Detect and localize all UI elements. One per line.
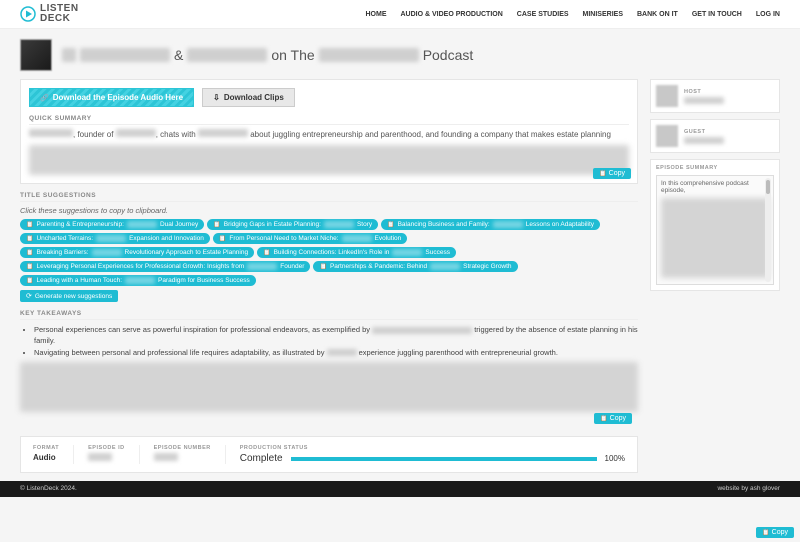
copyright: © ListenDeck 2024. [20, 485, 77, 492]
clipboard-icon [599, 170, 606, 177]
logo[interactable]: LISTEN DECK [20, 4, 79, 24]
clipboard-icon [219, 235, 226, 242]
clipboard-icon [263, 249, 270, 256]
nav-login[interactable]: LOG IN [756, 11, 780, 18]
credit: website by ash glover [717, 485, 780, 492]
link-icon [40, 93, 49, 102]
nav-avp[interactable]: AUDIO & VIDEO PRODUCTION [401, 11, 503, 18]
nav-home[interactable]: HOME [366, 11, 387, 18]
copy-summary-button[interactable]: Copy [593, 168, 631, 179]
nav-miniseries[interactable]: MINISERIES [583, 11, 623, 18]
key-takeaways-label: KEY TAKEAWAYS [20, 310, 638, 320]
episode-summary-card: EPISODE SUMMARY In this comprehensive po… [650, 159, 780, 291]
episode-id-field: EPISODE ID [88, 445, 124, 461]
main-nav: HOME AUDIO & VIDEO PRODUCTION CASE STUDI… [366, 11, 781, 18]
episode-title: & on The Podcast [62, 47, 473, 63]
download-clips-button[interactable]: Download Clips [202, 88, 295, 107]
guest-card: GUEST [650, 119, 780, 153]
copy-takeaways-button[interactable]: Copy [594, 413, 632, 424]
clipboard-icon [26, 221, 33, 228]
title-suggestions-hint: Click these suggestions to copy to clipb… [20, 206, 638, 215]
episode-meta-card: FORMAT Audio EPISODE ID EPISODE NUMBER P… [20, 436, 638, 473]
host-card: HOST [650, 79, 780, 113]
takeaway-item: Navigating between personal and professi… [34, 347, 638, 358]
scrollbar[interactable] [765, 178, 771, 282]
copy-episode-summary-button[interactable]: Copy [756, 527, 794, 538]
title-suggestions-label: TITLE SUGGESTIONS [20, 192, 638, 202]
title-suggestion-tag[interactable]: Leveraging Personal Experiences for Prof… [20, 261, 310, 272]
logo-text-2: DECK [40, 14, 79, 24]
episode-number-field: EPISODE NUMBER [154, 445, 211, 461]
clipboard-icon [600, 415, 607, 422]
download-summary-card: Download the Episode Audio Here Download… [20, 79, 638, 184]
nav-contact[interactable]: GET IN TOUCH [692, 11, 742, 18]
episode-summary-textarea[interactable]: In this comprehensive podcast episode, [656, 175, 774, 285]
title-suggestion-tag[interactable]: Building Connections: LinkedIn's Role in… [257, 247, 456, 258]
title-suggestion-tag[interactable]: From Personal Need to Market Niche:Evolu… [213, 233, 407, 244]
clipboard-icon [26, 235, 33, 242]
clipboard-icon [213, 221, 220, 228]
generate-suggestions-button[interactable]: Generate new suggestions [20, 290, 118, 302]
quick-summary-text: , founder of , chats with about juggling… [29, 129, 629, 175]
title-suggestion-tag[interactable]: Parenting & Entrepreneurship:Dual Journe… [20, 219, 204, 230]
production-status-field: PRODUCTION STATUS Complete 100% [240, 445, 625, 464]
clipboard-icon [387, 221, 394, 228]
title-suggestion-tag[interactable]: Leading with a Human Touch:Paradigm for … [20, 275, 256, 286]
format-field: FORMAT Audio [33, 445, 59, 462]
clipboard-icon [26, 249, 33, 256]
title-suggestion-tag[interactable]: Bridging Gaps in Estate Planning:Story [207, 219, 378, 230]
clipboard-icon [762, 529, 769, 536]
nav-case-studies[interactable]: CASE STUDIES [517, 11, 569, 18]
footer-bar: © ListenDeck 2024. website by ash glover [0, 481, 800, 497]
nav-bank[interactable]: BANK ON IT [637, 11, 678, 18]
refresh-icon [26, 292, 32, 300]
play-icon [20, 6, 36, 22]
host-avatar [656, 85, 678, 107]
clipboard-icon [26, 263, 33, 270]
title-suggestions-section: TITLE SUGGESTIONS Click these suggestion… [20, 192, 638, 302]
takeaway-item: Personal experiences can serve as powerf… [34, 324, 638, 347]
download-episode-button[interactable]: Download the Episode Audio Here [29, 88, 194, 107]
clipboard-icon [319, 263, 326, 270]
quick-summary-label: QUICK SUMMARY [29, 115, 629, 125]
episode-thumbnail [20, 39, 52, 71]
progress-bar [291, 457, 597, 461]
download-icon [213, 93, 220, 102]
title-suggestion-tag[interactable]: Balancing Business and Family:Lessons on… [381, 219, 600, 230]
title-suggestion-tag[interactable]: Uncharted Terrains:Expansion and Innovat… [20, 233, 210, 244]
guest-avatar [656, 125, 678, 147]
title-suggestion-tag[interactable]: Partnerships & Pandemic: BehindStrategic… [313, 261, 517, 272]
title-suggestion-tag[interactable]: Breaking Barriers:Revolutionary Approach… [20, 247, 254, 258]
key-takeaways-section: KEY TAKEAWAYS Personal experiences can s… [20, 310, 638, 428]
clipboard-icon [26, 277, 33, 284]
